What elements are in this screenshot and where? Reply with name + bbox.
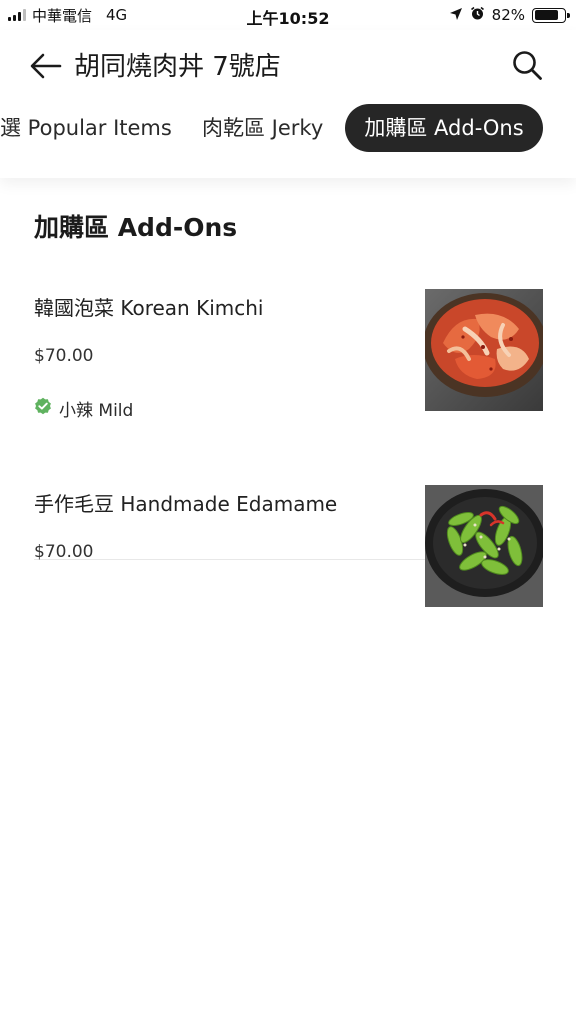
tab-popular-items[interactable]: 選 Popular Items (0, 104, 172, 152)
arrow-left-icon (30, 53, 62, 83)
store-title: 胡同燒肉丼 7號店 (74, 52, 281, 82)
item-price: $70.00 (34, 346, 94, 366)
tab-jerky[interactable]: 肉乾區 Jerky (202, 104, 323, 152)
spice-tag: 小辣 Mild (34, 396, 133, 421)
item-name: 韓國泡菜 Korean Kimchi (34, 296, 264, 320)
search-button[interactable] (508, 48, 546, 86)
category-tabs: 選 Popular Items 肉乾區 Jerky 加購區 Add-Ons (0, 104, 576, 152)
menu-item-kimchi[interactable]: 韓國泡菜 Korean Kimchi $70.00 小辣 Mild (0, 286, 576, 560)
item-price: $70.00 (34, 542, 94, 562)
tab-add-ons[interactable]: 加購區 Add-Ons (345, 104, 543, 152)
menu-item-edamame[interactable]: 手作毛豆 Handmade Edamame $70.00 (0, 482, 576, 608)
location-arrow-icon (449, 6, 463, 25)
battery-percent: 82% (491, 6, 525, 24)
store-header: 胡同燒肉丼 7號店 選 Popular Items 肉乾區 Jerky 加購區 … (0, 30, 576, 178)
status-right: 82% (449, 5, 570, 25)
battery-icon (532, 7, 570, 23)
section-title: 加購區 Add-Ons (34, 213, 238, 242)
item-name: 手作毛豆 Handmade Edamame (34, 492, 338, 516)
spice-tag-label: 小辣 Mild (59, 401, 134, 421)
kimchi-bowl-photo (425, 289, 543, 411)
verified-check-icon (34, 397, 52, 420)
search-icon (511, 49, 543, 85)
alarm-clock-icon (470, 6, 485, 25)
back-button[interactable] (28, 50, 64, 86)
edamame-bowl-photo (425, 485, 543, 607)
status-bar: 中華電信 4G 上午10:52 82% (0, 0, 576, 30)
